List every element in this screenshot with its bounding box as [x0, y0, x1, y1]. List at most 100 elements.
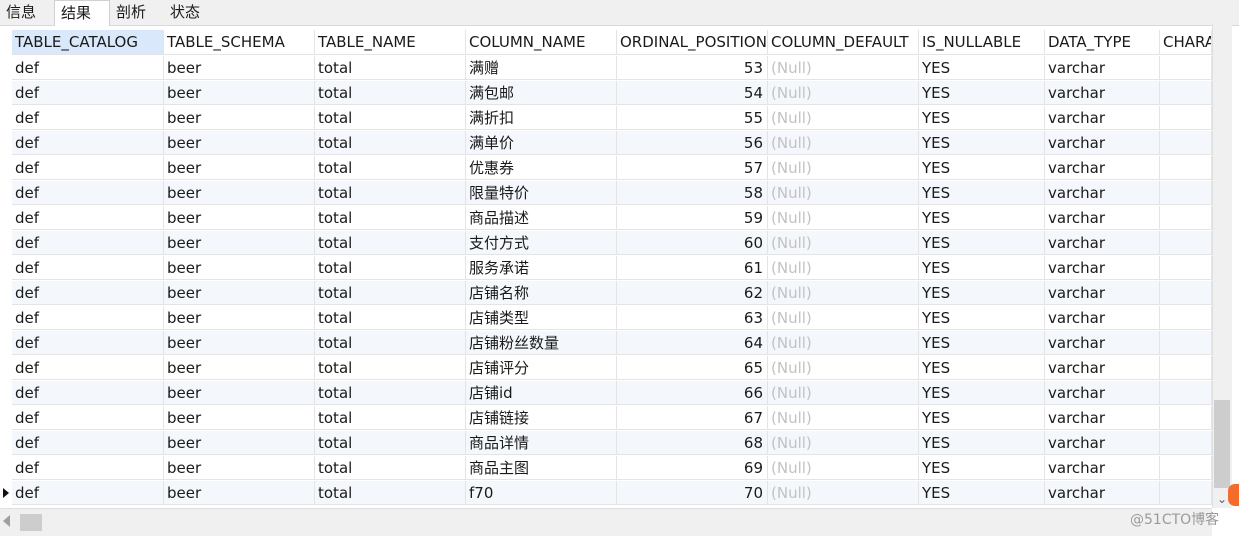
cell-is-nullable[interactable]: YES	[919, 106, 1045, 130]
cell-table-catalog[interactable]: def	[12, 106, 164, 130]
cell-table-name[interactable]: total	[315, 206, 466, 230]
row-indicator[interactable]	[0, 106, 12, 130]
cell-table-name[interactable]: total	[315, 306, 466, 330]
cell-chara[interactable]	[1160, 306, 1212, 330]
cell-table-catalog[interactable]: def	[12, 56, 164, 80]
cell-is-nullable[interactable]: YES	[919, 206, 1045, 230]
cell-table-schema[interactable]: beer	[164, 231, 315, 255]
cell-table-catalog[interactable]: def	[12, 331, 164, 355]
row-indicator[interactable]	[0, 81, 12, 105]
cell-table-name[interactable]: total	[315, 131, 466, 155]
cell-is-nullable[interactable]: YES	[919, 406, 1045, 430]
cell-table-schema[interactable]: beer	[164, 356, 315, 380]
cell-table-schema[interactable]: beer	[164, 181, 315, 205]
column-header-column-default[interactable]: COLUMN_DEFAULT	[768, 30, 919, 55]
cell-data-type[interactable]: varchar	[1045, 81, 1160, 105]
horizontal-scrollbar[interactable]	[0, 508, 1212, 536]
column-header-chara[interactable]: CHARA	[1160, 30, 1212, 55]
cell-column-default[interactable]: (Null)	[768, 281, 919, 305]
row-indicator[interactable]	[0, 331, 12, 355]
cell-column-default[interactable]: (Null)	[768, 156, 919, 180]
table-row[interactable]: def beer total 满赠 53 (Null) YES varchar	[0, 56, 1212, 81]
cell-table-catalog[interactable]: def	[12, 281, 164, 305]
cell-ordinal-position[interactable]: 61	[617, 256, 768, 280]
cell-ordinal-position[interactable]: 53	[617, 56, 768, 80]
cell-column-default[interactable]: (Null)	[768, 106, 919, 130]
cell-table-catalog[interactable]: def	[12, 356, 164, 380]
cell-column-default[interactable]: (Null)	[768, 181, 919, 205]
cell-table-schema[interactable]: beer	[164, 256, 315, 280]
column-header-ordinal-position[interactable]: ORDINAL_POSITION	[617, 30, 768, 55]
cell-is-nullable[interactable]: YES	[919, 156, 1045, 180]
table-row[interactable]: def beer total 商品描述 59 (Null) YES varchar	[0, 206, 1212, 231]
cell-data-type[interactable]: varchar	[1045, 106, 1160, 130]
result-grid[interactable]: TABLE_CATALOG TABLE_SCHEMA TABLE_NAME CO…	[0, 30, 1212, 506]
cell-is-nullable[interactable]: YES	[919, 231, 1045, 255]
cell-table-name[interactable]: total	[315, 456, 466, 480]
tab-profile[interactable]: 剖析	[110, 0, 164, 24]
cell-table-catalog[interactable]: def	[12, 131, 164, 155]
cell-column-default[interactable]: (Null)	[768, 481, 919, 505]
cell-chara[interactable]	[1160, 431, 1212, 455]
cell-is-nullable[interactable]: YES	[919, 331, 1045, 355]
tab-result-1[interactable]: 结果 1	[54, 0, 110, 46]
cell-column-name[interactable]: 商品描述	[466, 206, 617, 230]
table-row[interactable]: def beer total 满单价 56 (Null) YES varchar	[0, 131, 1212, 156]
cell-chara[interactable]	[1160, 356, 1212, 380]
cell-table-name[interactable]: total	[315, 356, 466, 380]
row-indicator[interactable]	[0, 281, 12, 305]
cell-table-name[interactable]: total	[315, 156, 466, 180]
cell-chara[interactable]	[1160, 131, 1212, 155]
cell-column-default[interactable]: (Null)	[768, 456, 919, 480]
cell-column-name[interactable]: 服务承诺	[466, 256, 617, 280]
table-row[interactable]: def beer total f70 70 (Null) YES varchar	[0, 481, 1212, 506]
cell-table-name[interactable]: total	[315, 331, 466, 355]
cell-table-schema[interactable]: beer	[164, 106, 315, 130]
cell-table-schema[interactable]: beer	[164, 406, 315, 430]
table-row[interactable]: def beer total 商品详情 68 (Null) YES varchar	[0, 431, 1212, 456]
row-indicator[interactable]	[0, 56, 12, 80]
cell-data-type[interactable]: varchar	[1045, 406, 1160, 430]
table-row[interactable]: def beer total 限量特价 58 (Null) YES varchar	[0, 181, 1212, 206]
row-indicator[interactable]	[0, 156, 12, 180]
cell-table-catalog[interactable]: def	[12, 481, 164, 505]
cell-data-type[interactable]: varchar	[1045, 281, 1160, 305]
cell-data-type[interactable]: varchar	[1045, 206, 1160, 230]
cell-table-catalog[interactable]: def	[12, 381, 164, 405]
table-row[interactable]: def beer total 支付方式 60 (Null) YES varchar	[0, 231, 1212, 256]
cell-data-type[interactable]: varchar	[1045, 481, 1160, 505]
cell-column-name[interactable]: f70	[466, 481, 617, 505]
cell-data-type[interactable]: varchar	[1045, 356, 1160, 380]
cell-table-catalog[interactable]: def	[12, 156, 164, 180]
cell-column-name[interactable]: 限量特价	[466, 181, 617, 205]
cell-column-name[interactable]: 店铺id	[466, 381, 617, 405]
cell-table-name[interactable]: total	[315, 431, 466, 455]
cell-table-catalog[interactable]: def	[12, 306, 164, 330]
cell-column-name[interactable]: 店铺类型	[466, 306, 617, 330]
cell-ordinal-position[interactable]: 63	[617, 306, 768, 330]
cell-is-nullable[interactable]: YES	[919, 81, 1045, 105]
cell-chara[interactable]	[1160, 281, 1212, 305]
cell-is-nullable[interactable]: YES	[919, 481, 1045, 505]
cell-table-name[interactable]: total	[315, 256, 466, 280]
cell-chara[interactable]	[1160, 481, 1212, 505]
cell-ordinal-position[interactable]: 60	[617, 231, 768, 255]
cell-column-default[interactable]: (Null)	[768, 131, 919, 155]
cell-column-default[interactable]: (Null)	[768, 56, 919, 80]
cell-data-type[interactable]: varchar	[1045, 331, 1160, 355]
cell-data-type[interactable]: varchar	[1045, 431, 1160, 455]
cell-ordinal-position[interactable]: 57	[617, 156, 768, 180]
cell-column-default[interactable]: (Null)	[768, 306, 919, 330]
cell-table-catalog[interactable]: def	[12, 181, 164, 205]
table-row[interactable]: def beer total 店铺链接 67 (Null) YES varchar	[0, 406, 1212, 431]
table-row[interactable]: def beer total 店铺粉丝数量 64 (Null) YES varchar	[0, 331, 1212, 356]
cell-table-schema[interactable]: beer	[164, 281, 315, 305]
cell-data-type[interactable]: varchar	[1045, 231, 1160, 255]
column-header-table-catalog[interactable]: TABLE_CATALOG	[12, 30, 164, 55]
cell-column-default[interactable]: (Null)	[768, 356, 919, 380]
cell-chara[interactable]	[1160, 81, 1212, 105]
row-indicator[interactable]	[0, 206, 12, 230]
cell-table-schema[interactable]: beer	[164, 331, 315, 355]
cell-ordinal-position[interactable]: 58	[617, 181, 768, 205]
cell-data-type[interactable]: varchar	[1045, 131, 1160, 155]
